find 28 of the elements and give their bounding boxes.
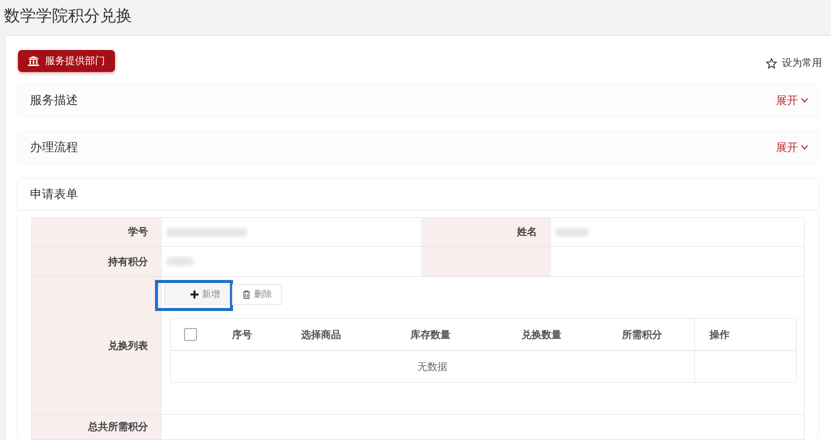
add-button[interactable]: 新增 — [164, 284, 230, 305]
field-label: 总共所需积分 — [88, 420, 148, 434]
empty-text: 无数据 — [418, 362, 448, 372]
plus-icon — [190, 290, 199, 299]
column-header: 序号 — [232, 330, 252, 340]
page-title: 数学学院积分兑换 — [4, 6, 132, 27]
blurred-value — [166, 257, 194, 266]
field-label: 持有积分 — [108, 256, 148, 268]
section-title: 服务描述 — [30, 92, 78, 109]
select-all-checkbox[interactable] — [184, 328, 197, 341]
column-header: 兑换数量 — [521, 330, 562, 340]
trash-icon — [242, 290, 251, 299]
column-header: 选择商品 — [301, 330, 342, 340]
expand-toggle[interactable]: 展开 — [776, 93, 808, 108]
bank-icon — [28, 56, 39, 66]
column-header: 所需积分 — [622, 330, 662, 340]
favorite-button[interactable]: 设为常用 — [766, 56, 822, 70]
blurred-value — [555, 228, 589, 236]
form-title: 申请表单 — [30, 186, 78, 203]
delete-button[interactable]: 删除 — [232, 284, 282, 305]
department-button[interactable]: 服务提供部门 — [18, 50, 115, 72]
column-header: 库存数量 — [410, 330, 450, 340]
field-label: 姓名 — [517, 226, 537, 239]
section-title: 办理流程 — [30, 139, 78, 156]
column-header: 操作 — [709, 330, 730, 340]
field-label: 兑换列表 — [108, 340, 148, 352]
expand-toggle[interactable]: 展开 — [776, 140, 808, 155]
field-label: 学号 — [128, 226, 148, 239]
